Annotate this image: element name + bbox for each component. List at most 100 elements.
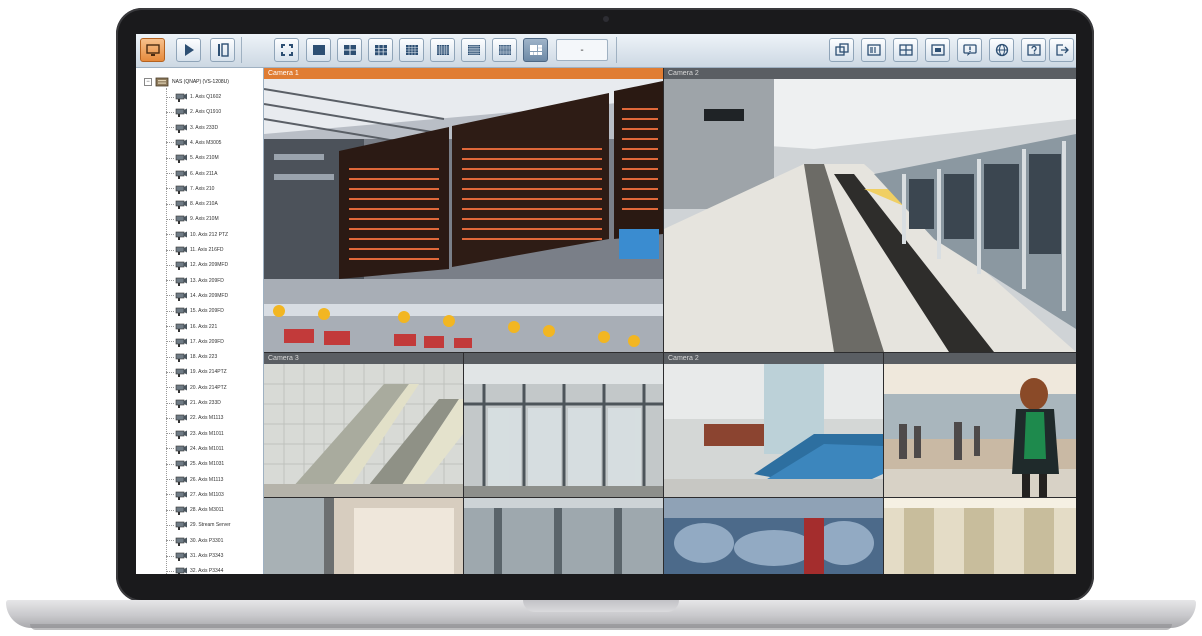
help-icon[interactable] bbox=[1021, 38, 1046, 62]
camera-tile[interactable] bbox=[464, 353, 663, 497]
tree-camera-item[interactable]: 10. Axis 212 PTZ bbox=[166, 228, 228, 242]
tree-camera-item[interactable]: 21. Axis 233D bbox=[166, 396, 221, 410]
tree-camera-item[interactable]: 20. Axis 214PTZ bbox=[166, 381, 227, 395]
tree-camera-item[interactable]: 19. Axis 214PTZ bbox=[166, 365, 227, 379]
tree-connector bbox=[166, 173, 174, 174]
tree-connector bbox=[166, 448, 174, 450]
tree-connector bbox=[166, 570, 174, 572]
playback-icon[interactable] bbox=[210, 38, 235, 62]
tree-camera-item[interactable]: 5. Axis 210M bbox=[166, 151, 219, 165]
tree-camera-label: 17. Axis 209FD bbox=[190, 338, 224, 345]
camera-tile[interactable]: Camera 3 bbox=[264, 353, 463, 497]
tree-connector bbox=[166, 234, 174, 236]
tree-connector bbox=[166, 555, 174, 557]
grid-icon[interactable] bbox=[893, 38, 918, 62]
logout-icon[interactable] bbox=[1049, 38, 1074, 62]
layout-1x1-icon[interactable] bbox=[306, 38, 331, 62]
fullscreen-icon[interactable] bbox=[274, 38, 299, 62]
tree-connector bbox=[166, 157, 174, 159]
camera-icon bbox=[175, 261, 187, 271]
tree-camera-label: 30. Axis P3301 bbox=[190, 537, 224, 544]
tree-camera-item[interactable]: 4. Axis M3005 bbox=[166, 136, 221, 150]
globe-icon[interactable] bbox=[989, 38, 1014, 62]
tree-camera-item[interactable]: 18. Axis 223 bbox=[166, 350, 217, 364]
camera-tile[interactable] bbox=[884, 353, 1076, 497]
collapse-icon[interactable]: − bbox=[144, 78, 152, 86]
layout-8x8-icon[interactable] bbox=[492, 38, 517, 62]
layout-4x4-icon[interactable] bbox=[399, 38, 424, 62]
tree-camera-label: 7. Axis 210 bbox=[190, 185, 215, 192]
laptop-notch bbox=[523, 600, 679, 612]
tree-camera-item[interactable]: 32. Axis P3344 bbox=[166, 564, 223, 574]
tree-camera-item[interactable]: 29. Stream Server bbox=[166, 518, 231, 532]
webcam-icon bbox=[603, 16, 609, 22]
tree-camera-label: 27. Axis M1103 bbox=[190, 491, 224, 498]
tree-camera-item[interactable]: 23. Axis M1011 bbox=[166, 427, 224, 441]
camera-tile[interactable]: Camera 2 bbox=[664, 353, 883, 497]
tree-camera-item[interactable]: 12. Axis 209MFD bbox=[166, 258, 228, 272]
camera-icon bbox=[175, 231, 187, 240]
camera-icon bbox=[175, 246, 187, 255]
tree-camera-label: 4. Axis M3005 bbox=[190, 139, 222, 146]
tree-root[interactable]: − NAS (QNAP) (VS-1208U) bbox=[144, 76, 229, 88]
monitor-icon[interactable] bbox=[140, 38, 165, 62]
tree-camera-item[interactable]: 27. Axis M1103 bbox=[166, 488, 224, 502]
play-icon[interactable] bbox=[176, 38, 201, 62]
camera-icon bbox=[175, 491, 187, 500]
camera-icon bbox=[175, 108, 187, 118]
tree-camera-item[interactable]: 14. Axis 209MFD bbox=[166, 289, 228, 303]
tree-camera-item[interactable]: 24. Axis M1011 bbox=[166, 442, 224, 456]
camera-tile[interactable] bbox=[884, 498, 1076, 574]
tree-camera-item[interactable]: 22. Axis M1113 bbox=[166, 411, 223, 425]
camera-icon bbox=[175, 323, 187, 332]
layout-select[interactable]: - bbox=[556, 39, 608, 61]
tree-camera-item[interactable]: 3. Axis 233D bbox=[166, 121, 218, 135]
tree-camera-item[interactable]: 30. Axis P3301 bbox=[166, 534, 223, 548]
tree-camera-item[interactable]: 8. Axis 210A bbox=[166, 197, 218, 211]
tree-camera-item[interactable]: 6. Axis 211A bbox=[166, 167, 217, 181]
toolbar-separator bbox=[241, 37, 242, 63]
tree-camera-item[interactable]: 11. Axis 216FD bbox=[166, 243, 224, 257]
camera-icon bbox=[175, 215, 187, 225]
tree-camera-item[interactable]: 17. Axis 209FD bbox=[166, 335, 224, 349]
layout-6x6-icon[interactable] bbox=[461, 38, 486, 62]
camera-icon bbox=[175, 277, 187, 286]
tree-connector bbox=[166, 326, 174, 327]
camera-tile[interactable]: Camera 2 bbox=[664, 68, 1076, 352]
camera-tile[interactable] bbox=[464, 498, 663, 574]
windows-icon[interactable] bbox=[829, 38, 854, 62]
tree-camera-item[interactable]: 16. Axis 221 bbox=[166, 320, 217, 334]
tree-camera-item[interactable]: 26. Axis M1113 bbox=[166, 473, 223, 487]
camera-tile[interactable] bbox=[664, 498, 883, 574]
tree-connector bbox=[166, 540, 174, 542]
layout-custom-icon[interactable] bbox=[523, 38, 548, 62]
layout-5x5-icon[interactable] bbox=[430, 38, 455, 62]
tree-camera-label: 28. Axis M3011 bbox=[190, 507, 224, 514]
tree-camera-item[interactable]: 31. Axis P3343 bbox=[166, 549, 223, 563]
camera-feed-image bbox=[664, 364, 883, 497]
snapshot-icon[interactable] bbox=[925, 38, 950, 62]
layout-2x2-icon[interactable] bbox=[337, 38, 362, 62]
tree-camera-item[interactable]: 28. Axis M3011 bbox=[166, 503, 224, 517]
alert-icon[interactable] bbox=[957, 38, 982, 62]
list-icon[interactable] bbox=[861, 38, 886, 62]
tree-camera-label: 11. Axis 216FD bbox=[190, 247, 224, 253]
tree-camera-item[interactable]: 7. Axis 210 bbox=[166, 182, 214, 196]
tree-camera-item[interactable]: 1. Axis Q1602 bbox=[166, 90, 221, 104]
tree-camera-label: 10. Axis 212 PTZ bbox=[190, 231, 229, 238]
camera-tile-label: Camera 3 bbox=[264, 353, 463, 364]
tree-camera-item[interactable]: 15. Axis 209FD bbox=[166, 304, 224, 318]
tree-connector bbox=[166, 356, 174, 358]
camera-tile[interactable]: Camera 1 bbox=[264, 68, 663, 352]
tree-camera-item[interactable]: 2. Axis Q1910 bbox=[166, 105, 221, 119]
tree-connector bbox=[166, 203, 174, 205]
tree-connector bbox=[166, 463, 174, 465]
camera-tile[interactable] bbox=[264, 498, 463, 574]
tree-camera-item[interactable]: 9. Axis 210M bbox=[166, 212, 219, 226]
tree-camera-item[interactable]: 13. Axis 209FD bbox=[166, 274, 224, 288]
app-window: - − NAS (QNAP) (VS-1208U) 1. Axis Q1602 … bbox=[136, 34, 1076, 574]
camera-icon bbox=[175, 414, 187, 424]
layout-3x3-icon[interactable] bbox=[368, 38, 393, 62]
tree-connector bbox=[166, 387, 174, 389]
tree-camera-item[interactable]: 25. Axis M1031 bbox=[166, 457, 224, 471]
